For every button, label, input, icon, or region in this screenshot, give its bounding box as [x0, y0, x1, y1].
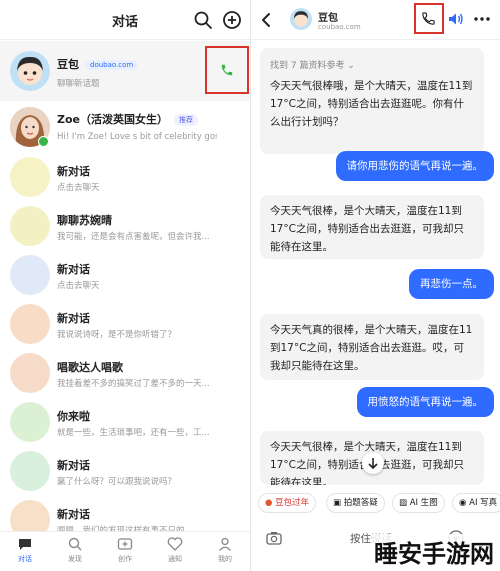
chip-label: 豆包过年: [275, 498, 310, 508]
conversation-preview: Hi! I'm Zoe! Love s bit of celebrity gos…: [57, 132, 217, 142]
tab-label: 发现: [68, 555, 82, 563]
bot-message-bubble: 今天天气真的很棒，是个大晴天，温度在11到17°C之间，特别适合出去逛逛。哎，可…: [260, 314, 484, 380]
chat-bubble-avatar-icon: [10, 255, 50, 295]
chat-bubble-avatar-icon: [10, 304, 50, 344]
chip-ai-portrait[interactable]: ◉ AI 写真: [452, 493, 500, 513]
user-icon: [219, 537, 231, 551]
list-item[interactable]: Zoe（活泼英国女生） 推荐 Hi! I'm Zoe! Love s bit of…: [0, 101, 250, 153]
speaker-icon[interactable]: [448, 12, 464, 26]
chat-bubble-avatar-icon: [10, 206, 50, 246]
online-status-badge: [38, 136, 49, 147]
user-message-bubble: 用愤怒的语气再说一遍。: [356, 387, 494, 417]
domain-badge: doubao.com: [85, 60, 139, 70]
chip-label: 拍题答疑: [343, 498, 378, 508]
phone-call-icon[interactable]: [220, 63, 234, 77]
list-item[interactable]: 豆包 doubao.com 聊聊新话题: [0, 41, 250, 101]
conversation-name: 新对话: [57, 312, 90, 325]
scroll-down-button[interactable]: [362, 452, 384, 474]
message-text: 今天天气很棒哦，是个大晴天，温度在11到17°C之间，特别适合出去逛逛呢。你有什…: [270, 80, 473, 128]
chip-photo-qa[interactable]: ▣ 拍题答疑: [326, 493, 385, 513]
chat-header: 豆包 coubao.com: [252, 0, 500, 40]
tab-label: 对话: [18, 555, 32, 563]
chip-label: AI 生图: [409, 498, 438, 508]
conversation-preview: 聊聊新话题: [57, 79, 100, 89]
chat-bubble-avatar-icon: [10, 353, 50, 393]
conversation-list: 豆包 doubao.com 聊聊新话题 Zoe（活泼英国女生） 推荐 Hi! I…: [0, 41, 250, 545]
chat-bubble-avatar-icon: [10, 157, 50, 197]
conversation-preview: 点击去聊天: [57, 281, 100, 291]
chip-new-year[interactable]: ● 豆包过年: [258, 493, 317, 513]
list-item[interactable]: 新对话 我说说诗呀，是不是你听错了？: [0, 300, 250, 349]
conversation-name: 聊聊苏婉晴: [57, 214, 112, 227]
list-item[interactable]: 聊聊苏婉晴 我可能，还是会有点害羞呢，但会许我...: [0, 202, 250, 251]
conversation-preview: 我可能，还是会有点害羞呢，但会许我...: [57, 232, 210, 242]
list-item[interactable]: 你来啦 就是一些，生活琐事吧，还有一些，工...: [0, 398, 250, 447]
tab-profile[interactable]: 我的: [205, 536, 245, 564]
list-item[interactable]: 唱歌达人唱歌 我挂着差不多的搞笑过了差不多的一天...: [0, 349, 250, 398]
bot-domain: coubao.com: [318, 23, 361, 31]
chat-bubble-avatar-icon: [10, 402, 50, 442]
photo-question-icon: ▣: [333, 498, 342, 508]
phone-call-icon[interactable]: [421, 11, 436, 26]
conversation-preview: 赢了什么呀？可以跟我说说吗？: [57, 477, 177, 487]
tab-create[interactable]: 创作: [105, 536, 145, 564]
back-arrow-icon[interactable]: [260, 12, 272, 28]
conversation-preview: 我说说诗呀，是不是你听错了？: [57, 330, 177, 340]
list-item[interactable]: 新对话 赢了什么呀？可以跟我说说吗？: [0, 447, 250, 496]
camera-icon[interactable]: [266, 531, 282, 545]
chip-label: AI 写真: [469, 498, 498, 508]
conversation-name: 新对话: [57, 263, 90, 276]
recommend-badge: 推荐: [174, 114, 198, 126]
conversation-name: 新对话: [57, 459, 90, 472]
ai-create-icon: [117, 538, 133, 550]
conversation-name: 新对话: [57, 165, 90, 178]
user-message-bubble: 再悲伤一点。: [409, 269, 494, 299]
tab-label: 创作: [118, 555, 132, 563]
bottom-tab-bar: 对话 发现 创作 通知 我的: [0, 531, 250, 571]
conversation-name: 唱歌达人唱歌: [57, 361, 123, 374]
user-message-bubble: 请你用悲伤的语气再说一遍。: [335, 151, 494, 181]
more-options-icon[interactable]: [474, 17, 490, 21]
conversation-list-panel: 对话 豆包 doubao.com 聊聊新话题 Zoe（活泼英国女生） 推荐 Hi…: [0, 0, 251, 571]
bot-avatar: [290, 8, 312, 30]
tab-label: 通知: [168, 555, 182, 563]
heart-icon: [167, 537, 183, 551]
bot-name: 豆包: [318, 13, 338, 24]
bot-message-bubble: 今天天气很棒，是个大晴天，温度在11到17°C之间，特别适合出去逛逛，可我却只能…: [260, 195, 484, 259]
conversation-name: 新对话: [57, 508, 90, 521]
conversation-preview: 我挂着差不多的搞笑过了差不多的一天...: [57, 379, 210, 389]
watermark-text: 睡安手游网: [372, 534, 496, 569]
arrow-down-icon: [368, 458, 378, 470]
conversation-preview: 就是一些，生活琐事吧，还有一些，工...: [57, 428, 210, 438]
tab-label: 我的: [218, 555, 232, 563]
conversation-name: 豆包 doubao.com: [57, 56, 139, 72]
tab-discover[interactable]: 发现: [55, 536, 95, 564]
bot-message-bubble: 找到 7 篇资料参考 ⌄ 今天天气很棒哦，是个大晴天，温度在11到17°C之间，…: [260, 48, 484, 154]
image-icon: ▨: [399, 498, 408, 508]
chat-bubble-avatar-icon: [10, 451, 50, 491]
discover-search-icon: [68, 537, 82, 551]
avatar: [10, 51, 50, 91]
reference-link[interactable]: 找到 7 篇资料参考 ⌄: [260, 48, 484, 71]
conversation-preview: 点击去聊天: [57, 183, 100, 193]
search-icon[interactable]: [193, 10, 213, 30]
tab-notifications[interactable]: 通知: [155, 536, 195, 564]
chip-ai-image[interactable]: ▨ AI 生图: [392, 493, 445, 513]
conversation-name: 你来啦: [57, 410, 90, 423]
new-chat-plus-icon[interactable]: [222, 10, 242, 30]
chat-icon: [19, 539, 31, 550]
portrait-icon: ◉: [459, 498, 467, 508]
chat-panel: 豆包 coubao.com 找到 7 篇资料参考 ⌄ 今天天气很棒哦，是个大晴天…: [252, 0, 500, 571]
list-item[interactable]: 新对话 点击去聊天: [0, 251, 250, 300]
list-header: 对话: [0, 0, 250, 40]
tab-chat[interactable]: 对话: [5, 536, 45, 564]
conversation-name: Zoe（活泼英国女生） 推荐: [57, 111, 198, 127]
new-year-icon: ●: [265, 498, 273, 508]
list-item[interactable]: 新对话 点击去聊天: [0, 153, 250, 202]
